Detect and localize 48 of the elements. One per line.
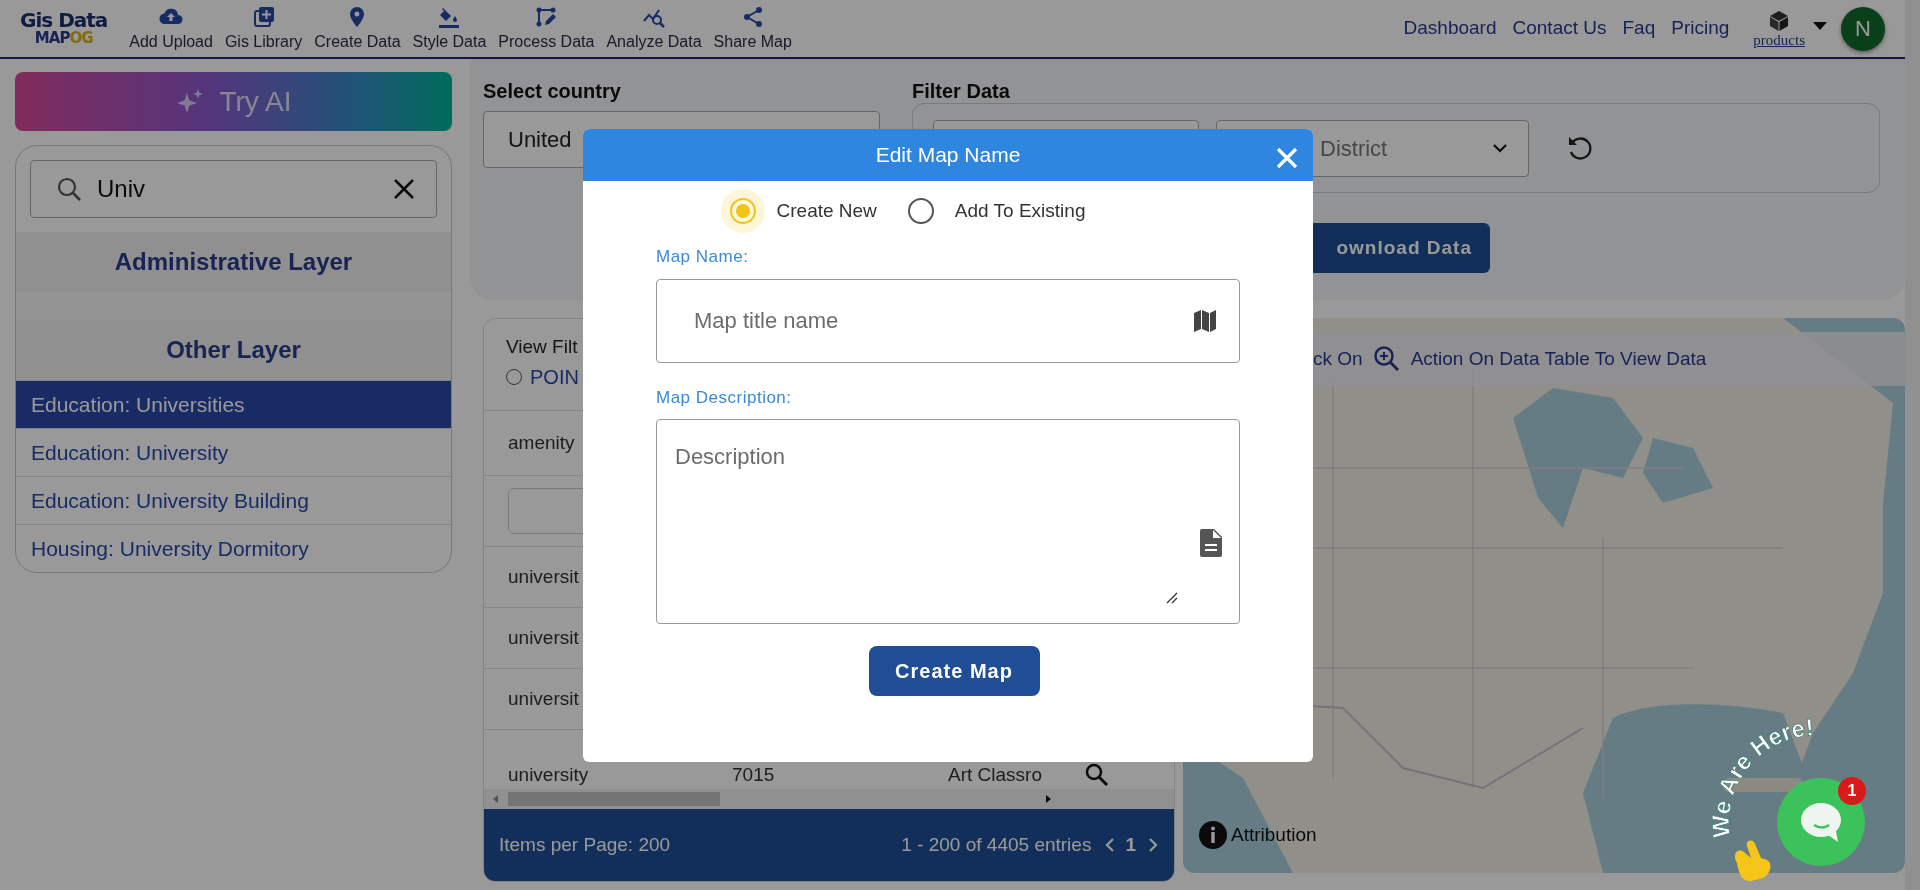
sidebar-item[interactable]: Education: University Building (16, 476, 451, 524)
attribution-button[interactable]: Attribution (1199, 820, 1317, 849)
page-number[interactable]: 1 (1125, 830, 1136, 860)
page-range: 1 - 200 of 4405 entries (901, 832, 1092, 857)
products-menu[interactable]: products (1753, 9, 1805, 48)
table-cell-text: 7015 (732, 762, 775, 787)
toolbar-button[interactable]: Add Upload (123, 5, 219, 52)
search-field[interactable]: Univ (30, 160, 437, 218)
table-cell-text: university (508, 762, 589, 787)
column-header: amenity (508, 430, 575, 455)
table-cell-text: universit (508, 686, 579, 711)
modal-title: Edit Map Name (875, 142, 1021, 169)
radio-label: Add To Existing (954, 198, 1086, 223)
table-cell-text: Art Classro (948, 762, 1042, 787)
table-cell-text: universit (508, 564, 579, 589)
map-name-field[interactable]: Map title name (656, 278, 1240, 363)
nav-link[interactable]: Faq (1622, 14, 1656, 43)
sidebar-item[interactable]: Education: University (16, 428, 451, 476)
try-ai-button[interactable]: Try AI (15, 72, 452, 131)
toolbar-button[interactable]: Process Data (492, 5, 601, 52)
nav-link[interactable]: Dashboard (1403, 14, 1497, 43)
logo-subtitle: MAPOG (34, 30, 93, 47)
field-label: Map Name: (656, 246, 750, 268)
items-per-page: Items per Page: 200 (499, 832, 671, 857)
table-cell-text: universit (508, 625, 579, 650)
section-heading: Other Layer (16, 320, 451, 380)
hint-text: ck On (1313, 346, 1363, 371)
hint-text: Action On Data Table To View Data (1410, 346, 1707, 371)
toolbar-button[interactable]: Create Data (308, 5, 407, 52)
field-label: Map Description: (656, 386, 793, 409)
section-heading: Administrative Layer (16, 232, 451, 292)
nav-link[interactable]: Contact Us (1512, 14, 1607, 43)
field-label: Filter Data (912, 79, 1011, 103)
create-map-button[interactable]: Create Map (868, 646, 1040, 696)
toolbar-button[interactable]: Style Data (406, 5, 493, 52)
table-title: View Filt (506, 336, 578, 357)
toolbar-button[interactable]: Gis Library (218, 5, 309, 52)
description-field[interactable]: Description (656, 419, 1240, 624)
toolbar-button[interactable]: Analyze Data (600, 5, 708, 52)
avatar[interactable]: N (1841, 6, 1885, 51)
sidebar-item[interactable]: Education: Universities (16, 380, 451, 428)
nav-link[interactable]: Pricing (1671, 14, 1730, 43)
logo-title: Gis Data (20, 10, 108, 31)
toolbar-button[interactable]: Share Map (707, 5, 798, 52)
option-label: POIN (530, 364, 579, 390)
sidebar-item[interactable]: Housing: University Dormitory (16, 524, 451, 572)
field-label: Select country (483, 79, 622, 103)
radio-label: Create New (776, 198, 877, 223)
